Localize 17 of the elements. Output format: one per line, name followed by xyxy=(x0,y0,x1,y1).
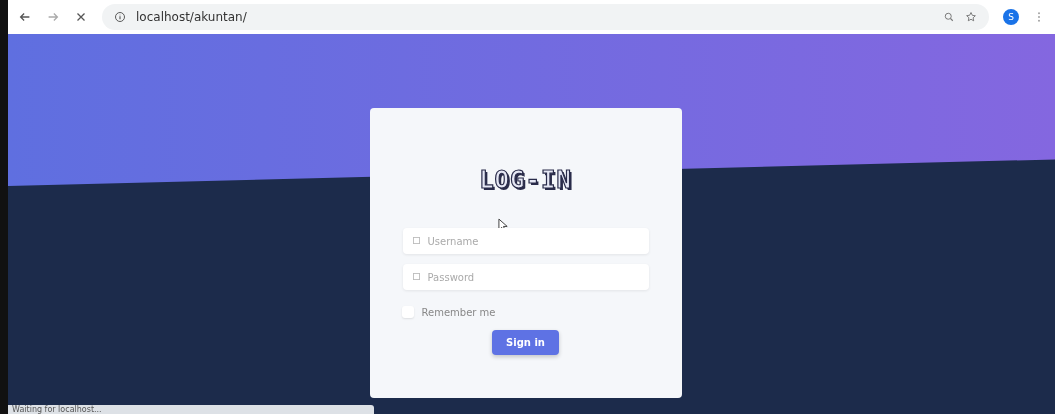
remember-label: Remember me xyxy=(421,306,496,318)
star-icon[interactable] xyxy=(965,11,977,23)
remember-checkbox[interactable] xyxy=(401,306,414,318)
field-icon xyxy=(412,237,420,244)
sign-in-button[interactable]: Sign in xyxy=(492,330,559,355)
input-field[interactable]: Username xyxy=(402,228,649,254)
field-icon xyxy=(412,273,420,280)
input-field[interactable]: Password xyxy=(402,264,649,290)
address-bar[interactable]: localhost/akuntan/ xyxy=(102,4,989,30)
login-title: LOG-IN xyxy=(479,166,572,194)
profile-avatar[interactable]: S xyxy=(1003,9,1019,25)
url-text[interactable]: localhost/akuntan/ xyxy=(136,10,247,24)
status-bar: Waiting for localhost... xyxy=(8,405,374,414)
back-icon[interactable] xyxy=(18,10,32,24)
zoom-icon[interactable] xyxy=(943,11,955,23)
forward-icon[interactable] xyxy=(46,10,60,24)
info-icon[interactable] xyxy=(114,11,126,23)
